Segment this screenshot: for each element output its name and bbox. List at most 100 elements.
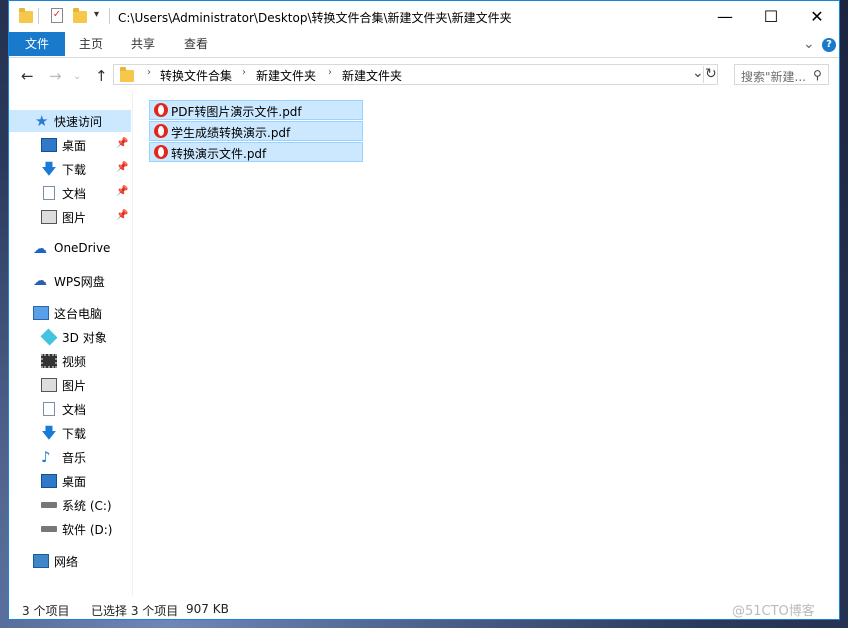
forward-button[interactable]: →: [49, 67, 62, 85]
system-drive-icon: [41, 502, 57, 508]
nav-item-onedrive[interactable]: ☁ OneDrive: [9, 238, 131, 260]
tab-home[interactable]: 主页: [79, 32, 103, 56]
nav-item-network[interactable]: 网络: [9, 550, 131, 572]
nav-item-label: 这台电脑: [54, 307, 103, 321]
close-button[interactable]: ✕: [794, 1, 839, 32]
tab-share[interactable]: 共享: [131, 32, 155, 56]
nav-item-documents-pc[interactable]: 文档: [9, 398, 131, 420]
address-folder-icon: [120, 67, 134, 82]
pin-icon: 📌: [116, 210, 129, 221]
pin-icon: 📌: [116, 162, 129, 173]
file-item[interactable]: 学生成绩转换演示.pdf: [149, 121, 363, 141]
onedrive-icon: ☁: [33, 241, 47, 257]
file-item[interactable]: PDF转图片演示文件.pdf: [149, 100, 363, 120]
help-icon[interactable]: ?: [822, 38, 836, 52]
nav-item-label: 下载: [62, 163, 87, 177]
title-bar: ✓ ▾ C:\Users\Administrator\Desktop\转换文件合…: [9, 1, 839, 32]
nav-item-label: OneDrive: [54, 241, 111, 255]
recent-locations-icon[interactable]: ⌄: [73, 71, 81, 82]
breadcrumb-separator[interactable]: ›: [242, 67, 246, 78]
toolbar-divider: [38, 8, 39, 24]
pdf-icon: [154, 145, 168, 159]
watermark: @51CTO博客: [732, 604, 815, 619]
breadcrumb-separator[interactable]: ›: [147, 67, 151, 78]
up-button[interactable]: ↑: [95, 67, 108, 85]
file-name: 转换演示文件.pdf: [171, 147, 267, 161]
file-name: PDF转图片演示文件.pdf: [171, 105, 302, 119]
refresh-button[interactable]: ↻: [705, 66, 717, 82]
desktop-icon: [41, 474, 57, 488]
nav-item-pictures[interactable]: 图片 📌: [9, 206, 131, 228]
nav-item-label: 图片: [62, 211, 87, 225]
properties-icon[interactable]: ✓: [51, 8, 63, 23]
customize-toolbar-icon[interactable]: ▾: [94, 9, 99, 25]
status-bar: 3 个项目 已选择 3 个项目 907 KB: [9, 598, 839, 619]
pane-splitter[interactable]: [132, 91, 133, 596]
window-title-path: C:\Users\Administrator\Desktop\转换文件合集\新建…: [118, 11, 512, 25]
nav-item-music[interactable]: ♪ 音乐: [9, 446, 131, 468]
tab-view[interactable]: 查看: [184, 32, 208, 56]
drive-icon: [41, 526, 57, 532]
ribbon-tabs: 文件 主页 共享 查看 ⌄ ?: [9, 32, 839, 57]
nav-item-3d-objects[interactable]: 3D 对象: [9, 326, 131, 348]
nav-item-this-pc[interactable]: 这台电脑: [9, 302, 131, 324]
wps-cloud-icon: ☁: [33, 273, 47, 289]
this-pc-icon: [33, 306, 49, 320]
nav-item-label: 桌面: [62, 475, 87, 489]
nav-item-label: 文档: [62, 403, 87, 417]
nav-item-drive-d[interactable]: 软件 (D:): [9, 518, 131, 540]
nav-item-downloads-pc[interactable]: 🡇 下载: [9, 422, 131, 444]
nav-item-label: 系统 (C:): [62, 499, 112, 513]
nav-item-desktop-pc[interactable]: 桌面: [9, 470, 131, 492]
breadcrumb-item[interactable]: 新建文件夹: [342, 67, 402, 84]
folder-icon: [19, 8, 33, 23]
breadcrumb-separator[interactable]: ›: [328, 67, 332, 78]
nav-item-downloads[interactable]: 🡇 下载 📌: [9, 158, 131, 180]
ribbon-divider: [9, 57, 839, 58]
file-item[interactable]: 转换演示文件.pdf: [149, 142, 363, 162]
picture-icon: [41, 210, 57, 224]
music-icon: ♪: [41, 448, 51, 466]
minimize-button[interactable]: —: [702, 1, 748, 32]
nav-item-pictures-pc[interactable]: 图片: [9, 374, 131, 396]
address-divider: [703, 66, 704, 83]
nav-item-label: 网络: [54, 555, 79, 569]
search-box[interactable]: 搜索"新建... ⚲: [734, 64, 829, 85]
maximize-button[interactable]: ☐: [748, 1, 794, 32]
nav-item-desktop[interactable]: 桌面 📌: [9, 134, 131, 156]
document-icon: [43, 402, 55, 416]
expand-ribbon-icon[interactable]: ⌄: [803, 32, 815, 56]
pin-icon: 📌: [116, 186, 129, 197]
nav-item-videos[interactable]: 视频: [9, 350, 131, 372]
breadcrumb-item[interactable]: 新建文件夹: [256, 67, 316, 84]
download-icon: 🡇: [41, 160, 57, 178]
search-icon[interactable]: ⚲: [813, 68, 822, 82]
nav-item-label: 快速访问: [54, 115, 103, 129]
file-name: 学生成绩转换演示.pdf: [171, 126, 291, 140]
address-bar[interactable]: › 转换文件合集 › 新建文件夹 › 新建文件夹 ⌄ ↻: [113, 64, 718, 85]
nav-item-label: 视频: [62, 355, 87, 369]
nav-item-drive-c[interactable]: 系统 (C:): [9, 494, 131, 516]
search-input[interactable]: 搜索"新建...: [741, 68, 806, 85]
nav-item-quick-access[interactable]: ★ 快速访问: [9, 110, 131, 132]
selection-count: 已选择 3 个项目: [91, 604, 179, 618]
download-icon: 🡇: [41, 424, 57, 442]
address-dropdown-icon[interactable]: ⌄: [692, 65, 704, 81]
new-folder-icon[interactable]: [73, 8, 87, 23]
video-icon: [41, 354, 57, 368]
nav-item-label: 软件 (D:): [62, 523, 113, 537]
nav-item-label: 下载: [62, 427, 87, 441]
file-explorer-window: ✓ ▾ C:\Users\Administrator\Desktop\转换文件合…: [8, 0, 840, 620]
tab-file[interactable]: 文件: [9, 32, 65, 56]
breadcrumb-item[interactable]: 转换文件合集: [160, 67, 232, 84]
pdf-icon: [154, 124, 168, 138]
3d-objects-icon: [40, 328, 58, 346]
selection-size: 907 KB: [186, 602, 229, 616]
network-icon: [33, 554, 49, 568]
pin-icon: 📌: [116, 138, 129, 149]
back-button[interactable]: ←: [21, 67, 34, 85]
nav-item-wps-cloud[interactable]: ☁ WPS网盘: [9, 270, 131, 292]
nav-item-label: 图片: [62, 379, 87, 393]
nav-item-documents[interactable]: 文档 📌: [9, 182, 131, 204]
pdf-icon: [154, 103, 168, 117]
